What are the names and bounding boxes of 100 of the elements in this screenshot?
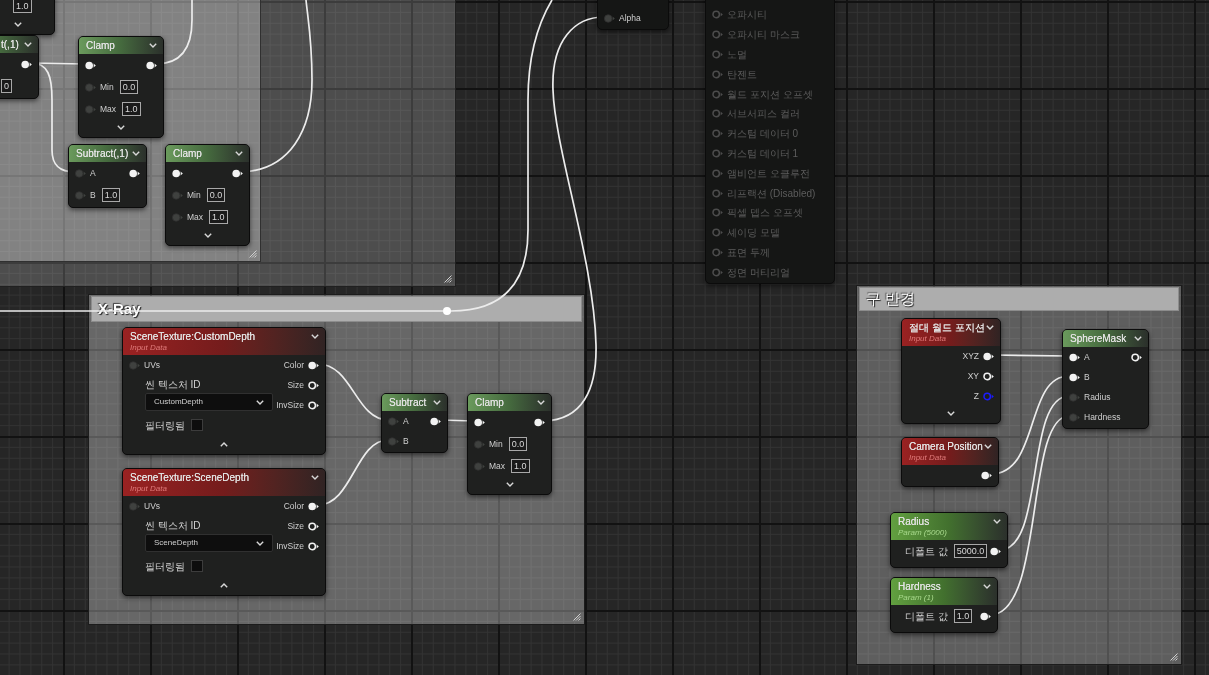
chevron-down-icon[interactable] [117, 124, 125, 130]
pin-icon[interactable] [534, 417, 545, 427]
value-field[interactable]: 1.0 [13, 0, 32, 13]
pin-label: Size [287, 378, 304, 392]
value-field[interactable]: 1.0 [953, 609, 973, 623]
checkbox[interactable] [191, 560, 203, 572]
chevron-down-icon[interactable] [986, 325, 994, 330]
chevron-down-icon[interactable] [537, 400, 545, 405]
node-title: t(,1) [1, 38, 19, 51]
node-title: Hardness [898, 580, 941, 593]
pin-label: B [90, 188, 96, 202]
pin-icon[interactable] [1069, 352, 1080, 362]
chevron-up-icon[interactable] [220, 441, 228, 447]
checkbox[interactable] [191, 419, 203, 431]
chevron-down-icon[interactable] [505, 481, 514, 487]
pin-label: B [1084, 370, 1090, 384]
value-field[interactable]: 1.0 [511, 459, 530, 473]
pin-label: 탄젠트 [727, 67, 757, 82]
pin-icon[interactable] [1069, 372, 1080, 382]
pin-icon[interactable] [308, 380, 319, 390]
graph-node[interactable]: SphereMask A B Radius Hardness [1062, 329, 1149, 429]
graph-node[interactable]: Clamp Min 0.0 Max 1.0 [165, 144, 250, 246]
pin-icon[interactable] [983, 371, 994, 381]
pin-label: XY [967, 369, 979, 383]
chevron-down-icon[interactable] [311, 334, 319, 339]
dropdown[interactable]: SceneDepth [145, 534, 273, 552]
resize-grip-icon[interactable] [444, 275, 452, 283]
pin-icon[interactable] [232, 168, 243, 178]
resize-grip-icon[interactable] [1170, 653, 1178, 661]
chevron-down-icon[interactable] [256, 540, 264, 546]
pin-icon[interactable] [308, 501, 319, 511]
pin-label: Max [187, 210, 204, 224]
value-field[interactable]: 0.0 [119, 80, 139, 94]
chevron-down-icon[interactable] [433, 400, 441, 405]
graph-node[interactable]: Radius Param (5000) 디폴트 값 5000.0 [890, 512, 1008, 568]
graph-node[interactable]: Hardness Param (1) 디폴트 값 1.0 [890, 577, 998, 633]
pin-icon[interactable] [1131, 352, 1142, 362]
chevron-down-icon[interactable] [203, 232, 212, 238]
graph-node[interactable]: Clamp Min 0.0 Max 1.0 [78, 36, 164, 138]
chevron-down-icon[interactable] [984, 444, 992, 449]
value-field[interactable]: 1.0 [209, 210, 228, 224]
value-field[interactable]: 1.0 [122, 102, 141, 116]
graph-node[interactable]: t(,1) 0 [0, 35, 39, 99]
chevron-down-icon[interactable] [1134, 336, 1142, 341]
node-title: 절대 월드 포지션 [909, 321, 985, 334]
dropdown[interactable]: CustomDepth [145, 393, 273, 411]
pin-icon[interactable] [308, 521, 319, 531]
pin-icon[interactable] [474, 417, 485, 427]
pin-icon[interactable] [129, 168, 140, 178]
pin-icon[interactable] [981, 470, 992, 480]
chevron-down-icon[interactable] [947, 410, 955, 416]
pin-label: 셰이딩 모델 [727, 226, 780, 241]
pin-icon[interactable] [430, 416, 441, 426]
graph-node[interactable]: Subtract(,1) A B 1.0 [68, 144, 147, 208]
pin-icon[interactable] [308, 400, 319, 410]
resize-grip-icon[interactable] [249, 250, 257, 258]
resize-grip-icon[interactable] [573, 613, 581, 621]
value-field[interactable]: 0 [1, 79, 12, 93]
pin-icon[interactable] [146, 60, 157, 70]
value-field[interactable]: 0.0 [508, 437, 528, 451]
graph-node[interactable]: Clamp Min 0.0 Max 1.0 [467, 393, 552, 495]
graph-node[interactable]: 절대 월드 포지션 Input Data XYZ XY Z [901, 318, 1001, 424]
property-label: 씬 텍스처 ID [145, 379, 201, 391]
chevron-down-icon[interactable] [235, 151, 243, 156]
pin-label: InvSize [276, 539, 304, 553]
chevron-down-icon[interactable] [13, 21, 22, 27]
node-title: Subtract(,1) [76, 147, 129, 160]
pin-label: InvSize [276, 398, 304, 412]
graph-node[interactable]: Alpha [597, 0, 669, 30]
graph-node[interactable]: SceneTexture:CustomDepth Input Data UVs 씬 텍스처 ID CustomDepth 필터링됨 Color Size InvSize [122, 327, 326, 455]
pin-icon[interactable] [980, 611, 991, 621]
value-field[interactable]: 1.0 [101, 188, 121, 202]
chevron-up-icon[interactable] [220, 582, 228, 588]
graph-node[interactable]: 1.0 [0, 0, 55, 35]
node-subtitle: Input Data [130, 343, 168, 353]
chevron-down-icon[interactable] [256, 399, 264, 405]
pin-label: 앰비언트 오클루전 [727, 166, 810, 181]
chevron-down-icon[interactable] [983, 584, 991, 589]
pin-icon[interactable] [990, 546, 1001, 556]
pin-icon[interactable] [983, 351, 994, 361]
pin-label: B [403, 434, 409, 448]
chevron-down-icon[interactable] [149, 43, 157, 48]
chevron-down-icon[interactable] [24, 42, 32, 47]
pin-icon[interactable] [85, 60, 96, 70]
value-field[interactable]: 0.0 [206, 188, 226, 202]
node-title: Clamp [475, 396, 504, 409]
pin-label: Z [973, 389, 979, 403]
pin-icon[interactable] [308, 541, 319, 551]
chevron-down-icon[interactable] [132, 151, 140, 156]
value-field[interactable]: 5000.0 [953, 544, 988, 558]
pin-icon[interactable] [308, 360, 319, 370]
graph-node[interactable]: Subtract A B [381, 393, 448, 453]
pin-icon[interactable] [21, 59, 32, 69]
graph-node[interactable]: Camera Position Input Data [901, 437, 999, 487]
pin-label: Radius [1084, 390, 1111, 404]
pin-label: Min [489, 437, 503, 451]
pin-icon[interactable] [172, 168, 183, 178]
chevron-down-icon[interactable] [311, 475, 319, 480]
graph-node[interactable]: SceneTexture:SceneDepth Input Data UVs 씬 텍스처 ID SceneDepth 필터링됨 Color Size InvSize [122, 468, 326, 596]
chevron-down-icon[interactable] [993, 519, 1001, 524]
